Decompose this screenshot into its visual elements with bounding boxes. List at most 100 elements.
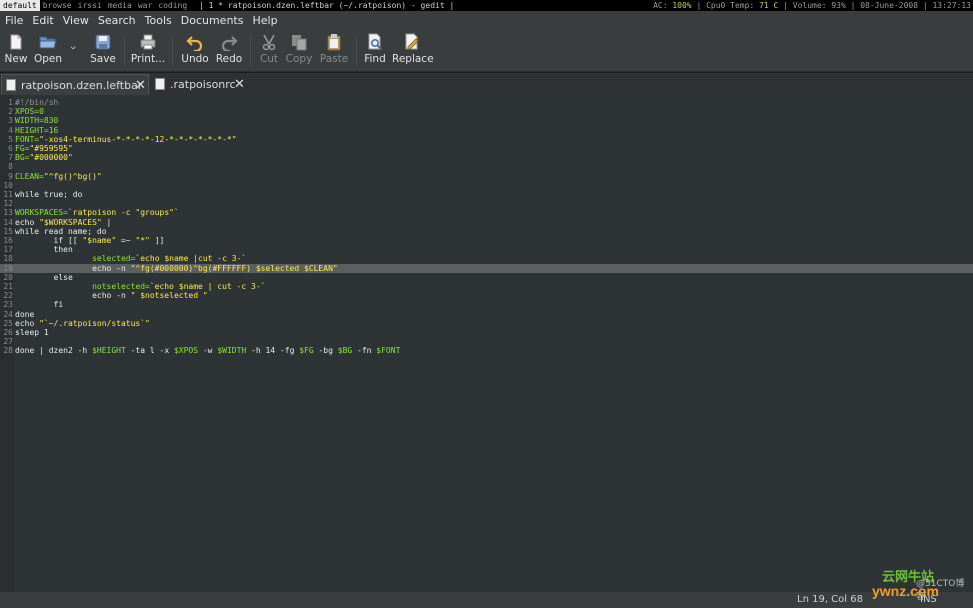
- code-token: $XPOS: [173, 346, 199, 356]
- code-line[interactable]: 5 FONT="-xos4-terminus-*-*-*-*-12-*-*-*-*…: [0, 135, 973, 144]
- system-status: AC: 100% | Cpu0 Temp: 71 C | Volume: 93%…: [653, 0, 971, 11]
- code-line[interactable]: 7 BG="#000000": [0, 153, 973, 162]
- code-token: -bg: [313, 346, 338, 356]
- replace-label: Replace: [392, 53, 434, 65]
- code-line[interactable]: 4 HEIGHT=16: [0, 126, 973, 135]
- code-line[interactable]: 28 done | dzen2 -h $HEIGHT -ta l -x $XPOS…: [0, 346, 973, 355]
- print-button[interactable]: Print...: [130, 33, 166, 70]
- workspace-coding[interactable]: coding: [155, 0, 190, 11]
- status-bar: Ln 19, Col 68 INS: [0, 592, 973, 608]
- toolbar-separator: [172, 36, 173, 66]
- paste-button[interactable]: Paste: [318, 33, 350, 70]
- open-button[interactable]: Open: [33, 33, 63, 70]
- code-token: #!/bin/sh: [15, 98, 59, 107]
- line-number: 13: [3, 208, 13, 218]
- replace-button[interactable]: Replace: [392, 33, 434, 70]
- scissors-icon: [262, 34, 276, 51]
- code-token: XPOS=0: [15, 107, 44, 117]
- tab-ratpoisonrc[interactable]: .ratpoisonrc ✕: [151, 74, 251, 95]
- code-token: `echo $name | cut -c 3-`: [149, 282, 266, 291]
- code-line[interactable]: 21 notselected=`echo $name | cut -c 3-`: [0, 282, 973, 291]
- code-line[interactable]: 11 while true; do: [0, 190, 973, 199]
- cut-button[interactable]: Cut: [257, 33, 281, 70]
- code-line[interactable]: 22 echo -n " $notselected ": [0, 291, 973, 300]
- menu-view[interactable]: View: [58, 11, 93, 30]
- menu-search[interactable]: Search: [93, 11, 140, 30]
- code-token: then: [15, 245, 73, 255]
- code-token: |: [101, 217, 112, 227]
- code-line[interactable]: 24 done: [0, 310, 973, 319]
- document-tabs: ratpoison.dzen.leftbar ✕ .ratpoisonrc ✕: [0, 73, 973, 95]
- folder-open-icon: [39, 36, 57, 49]
- workspace-browse[interactable]: browse: [40, 0, 75, 11]
- code-token: while true; do: [15, 190, 83, 199]
- line-number: 8: [8, 162, 13, 172]
- menu-help[interactable]: Help: [247, 11, 281, 30]
- menu-documents[interactable]: Documents: [176, 11, 248, 30]
- workspace-war[interactable]: war: [135, 0, 155, 11]
- tab-ratpoison-dzen-leftbar[interactable]: ratpoison.dzen.leftbar ✕: [1, 74, 149, 95]
- code-line[interactable]: 12: [0, 199, 973, 208]
- code-token: HEIGHT=16: [15, 125, 59, 135]
- code-line[interactable]: 14 echo "$WORKSPACES" |: [0, 218, 973, 227]
- line-number: 11: [3, 190, 13, 199]
- line-number: 17: [3, 245, 13, 255]
- code-line[interactable]: 9 CLEAN="^fg()^bg()": [0, 172, 973, 181]
- code-token: done: [15, 309, 35, 319]
- code-line[interactable]: 26 sleep 1: [0, 328, 973, 337]
- watermark-line2: ywnz.com: [872, 583, 939, 599]
- menu-edit[interactable]: Edit: [27, 11, 57, 30]
- code-token: notselected=: [92, 282, 150, 291]
- new-button[interactable]: New: [3, 33, 29, 70]
- find-button[interactable]: Find: [362, 33, 388, 70]
- close-tab-icon[interactable]: ✕: [135, 75, 146, 96]
- window-title: | 1 * ratpoison.dzen.leftbar (~/.ratpois…: [199, 1, 455, 10]
- code-token: -fn: [352, 346, 377, 356]
- menu-tools[interactable]: Tools: [140, 11, 176, 30]
- copy-button[interactable]: Copy: [285, 33, 313, 70]
- code-text: while true; do: [15, 190, 82, 199]
- code-token: "$WORKSPACES": [39, 217, 102, 227]
- line-number: 10: [3, 180, 13, 190]
- open-recent-dropdown[interactable]: [69, 33, 79, 70]
- code-line[interactable]: 8: [0, 162, 973, 171]
- find-icon: [368, 33, 383, 51]
- code-line[interactable]: 15 while read name; do: [0, 227, 973, 236]
- code-line[interactable]: 1 #!/bin/sh: [0, 98, 973, 107]
- code-text: HEIGHT=16: [15, 126, 58, 135]
- code-line[interactable]: 16 if [[ "$name" =~ "*" ]]: [0, 236, 973, 245]
- code-line[interactable]: 2 XPOS=0: [0, 107, 973, 116]
- code-token: "$name": [82, 236, 117, 245]
- code-line[interactable]: 25 echo "`~/.ratpoison/status`": [0, 319, 973, 328]
- code-line[interactable]: 10: [0, 181, 973, 190]
- undo-button[interactable]: Undo: [180, 33, 210, 70]
- save-button[interactable]: Save: [89, 33, 117, 70]
- code-token: "#959595": [29, 144, 73, 153]
- line-number: 18: [3, 254, 13, 264]
- code-line[interactable]: 3 WIDTH=830: [0, 116, 973, 125]
- cpu-temp-label: | Cpu0 Temp:: [696, 1, 755, 10]
- code-token: else: [15, 272, 73, 282]
- menu-file[interactable]: File: [0, 11, 27, 30]
- code-line[interactable]: 27: [0, 337, 973, 346]
- line-number: 7: [8, 153, 13, 163]
- tab-label: ratpoison.dzen.leftbar: [21, 79, 143, 92]
- workspace-media[interactable]: media: [105, 0, 135, 11]
- current-code-line[interactable]: 19 echo -n "^fg(#000000)^bg(#FFFFFF) $se…: [0, 263, 973, 273]
- redo-button[interactable]: Redo: [215, 33, 243, 70]
- code-text: selected=`echo $name |cut -c 3-`: [15, 254, 246, 263]
- code-line[interactable]: 20 else: [0, 273, 973, 282]
- close-tab-icon[interactable]: ✕: [234, 74, 245, 95]
- workspace-default[interactable]: default: [0, 0, 40, 11]
- line-number: 1: [8, 98, 13, 107]
- text-editor[interactable]: 1 #!/bin/sh 2 XPOS=0 3 WIDTH=830 4 HEIGHT=16 5 FO…: [0, 95, 973, 592]
- code-line[interactable]: 13 WORKSPACES=`ratpoison -c "groups"`: [0, 208, 973, 217]
- code-line[interactable]: 18 selected=`echo $name |cut -c 3-`: [0, 254, 973, 263]
- code-line[interactable]: 23 fi: [0, 300, 973, 309]
- code-token: echo -n: [15, 291, 131, 301]
- workspace-irssi[interactable]: irssi: [75, 0, 105, 11]
- code-line[interactable]: 6 FG="#959595": [0, 144, 973, 153]
- code-line[interactable]: 17 then: [0, 245, 973, 254]
